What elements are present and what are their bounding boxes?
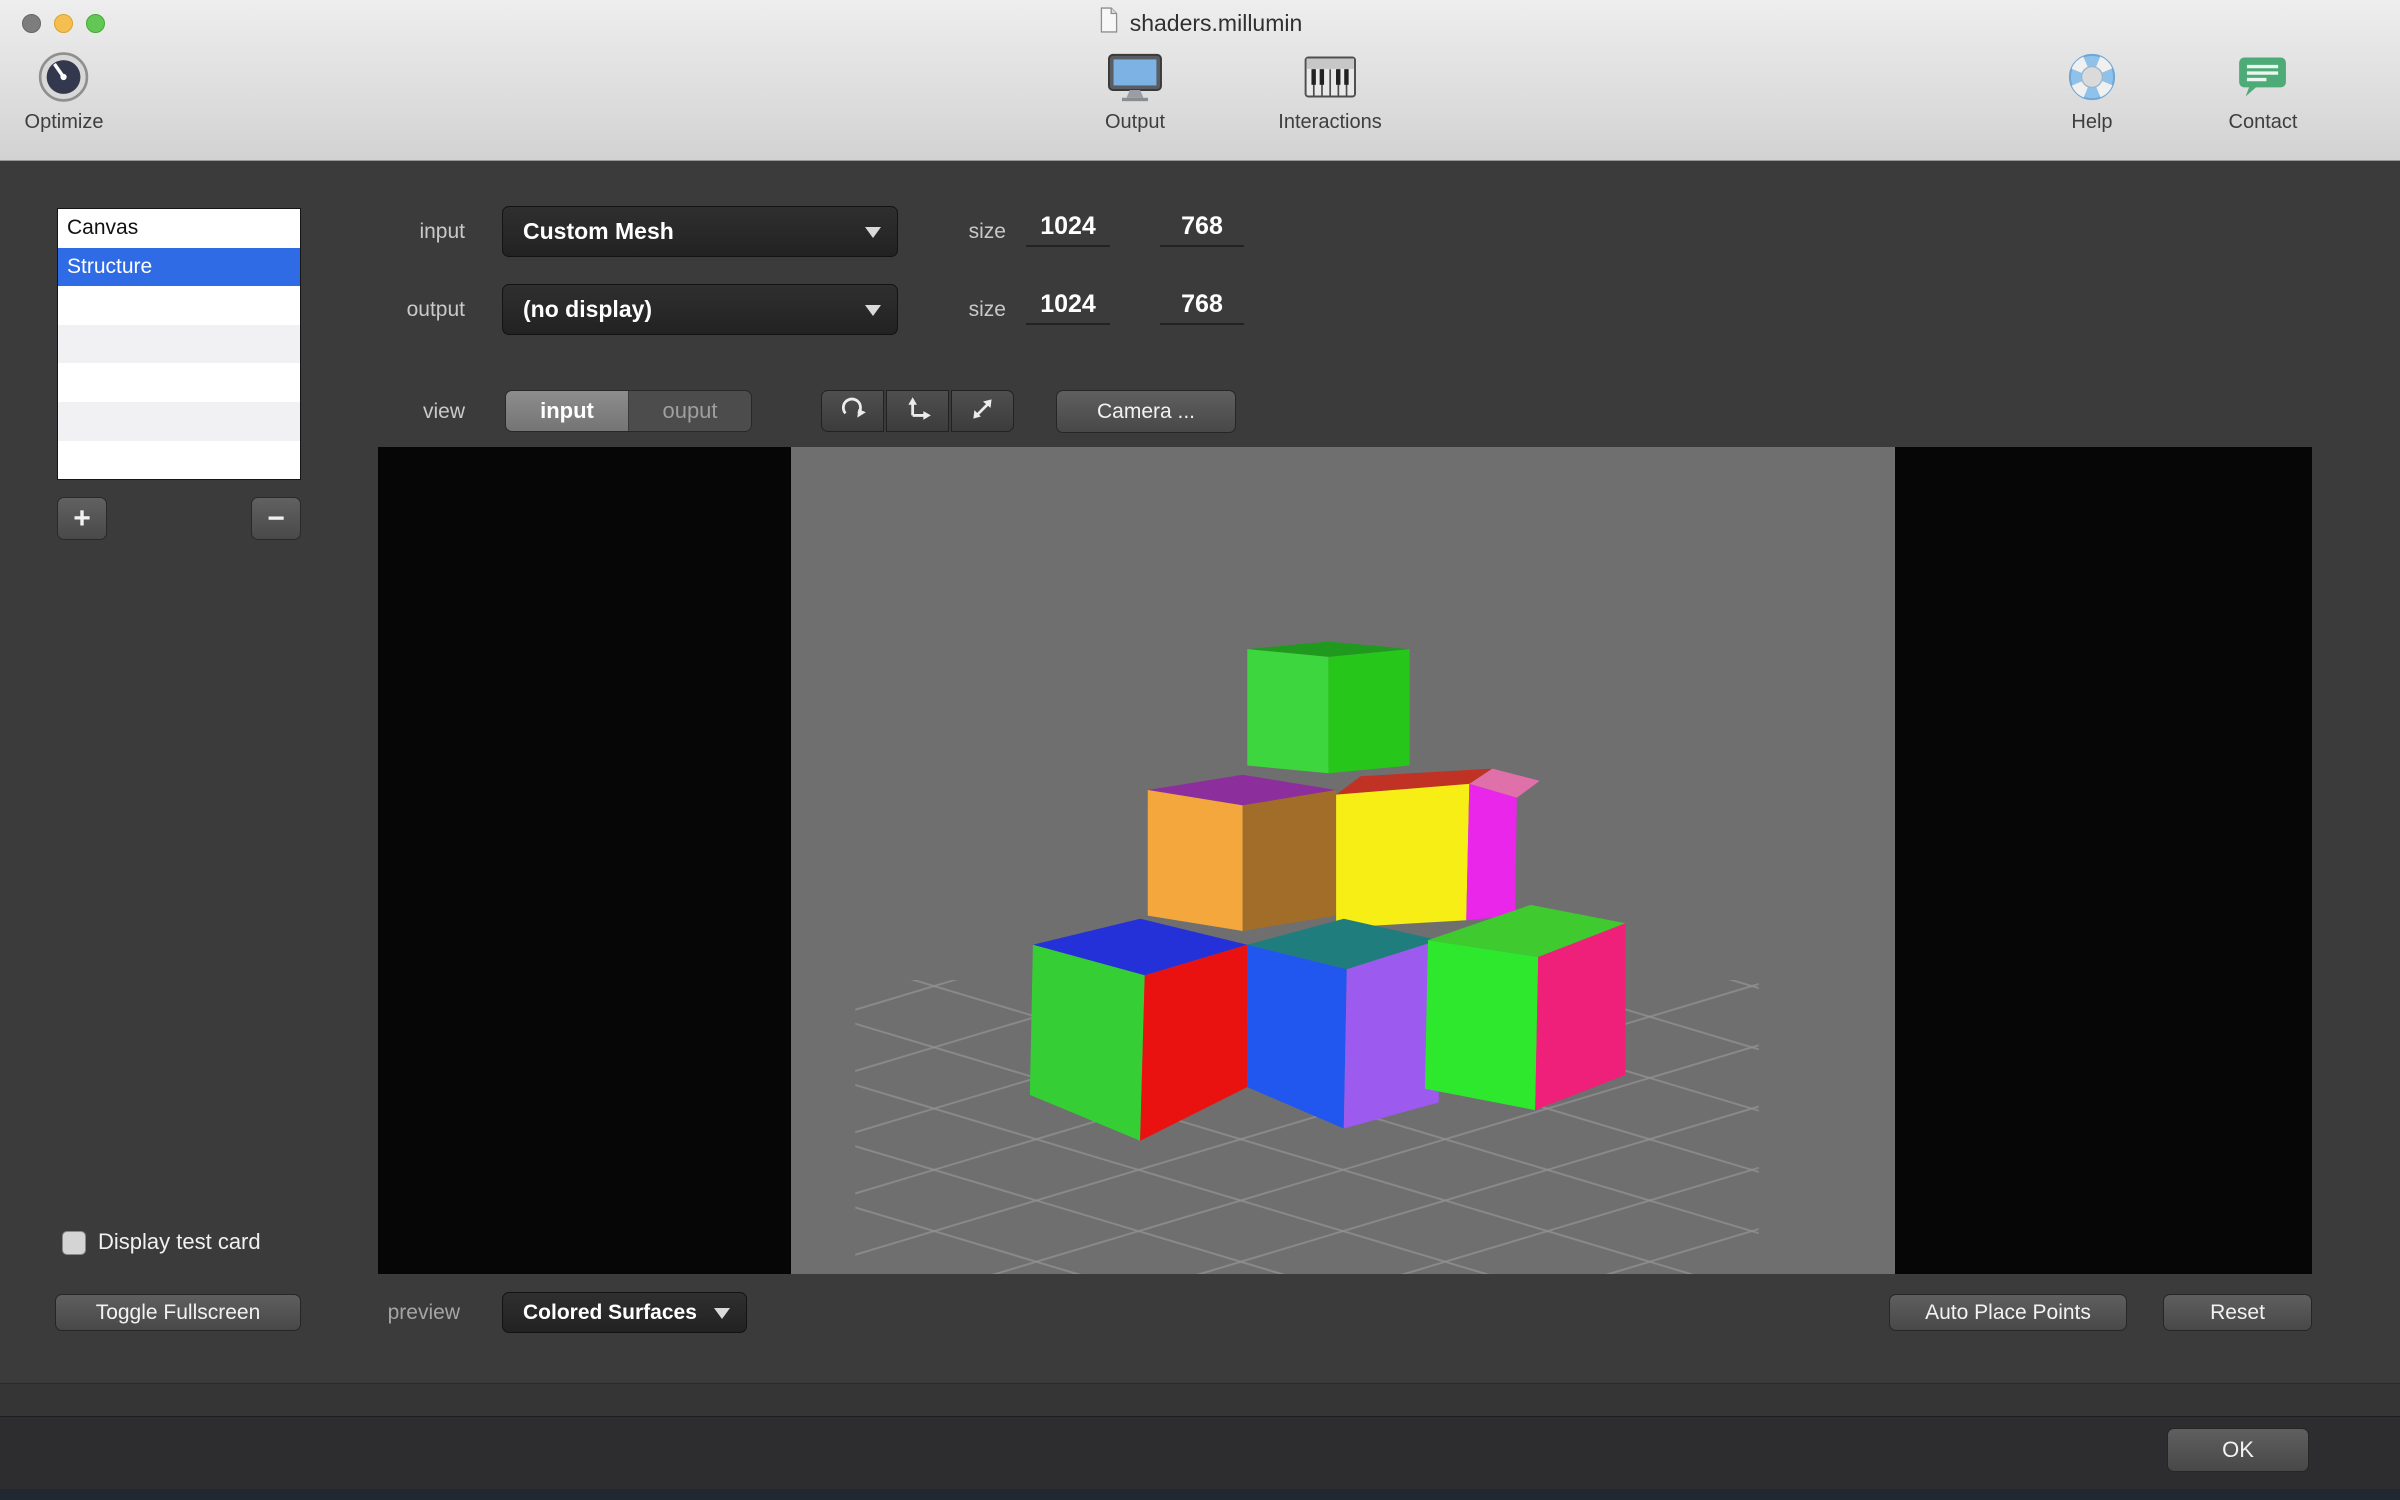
input-size-label: size: [968, 220, 1006, 243]
remove-layer-button[interactable]: −: [251, 497, 301, 540]
preview-letterbox-left: [378, 447, 791, 1274]
list-item-empty: [58, 440, 300, 480]
input-dropdown[interactable]: Custom Mesh: [502, 206, 898, 257]
toolbar-optimize[interactable]: Optimize: [24, 48, 104, 134]
display-test-card-label: Display test card: [98, 1229, 261, 1254]
output-label: output: [406, 298, 465, 321]
preview-letterbox-right: [1895, 447, 2312, 1274]
footer-bar: [0, 1416, 2400, 1500]
list-item-empty: [58, 363, 300, 402]
input-dropdown-value: Custom Mesh: [523, 218, 674, 244]
segment-input[interactable]: input: [506, 391, 629, 431]
output-size-label: size: [968, 298, 1006, 321]
translate-tool-button[interactable]: [886, 390, 949, 432]
view-label: view: [422, 400, 465, 423]
titlebar: shaders.millumin: [0, 0, 2400, 46]
surface-mode-dropdown[interactable]: Colored Surfaces: [502, 1292, 747, 1333]
rotate-tool-button[interactable]: [821, 390, 884, 432]
input-label: input: [419, 220, 465, 243]
preview-3d-scene[interactable]: [791, 447, 1895, 1274]
input-width-field[interactable]: 1024: [1026, 212, 1110, 247]
list-item-canvas[interactable]: Canvas: [58, 209, 300, 248]
toolbar-help-label: Help: [2071, 111, 2113, 133]
toolbar-contact[interactable]: Contact: [2228, 48, 2298, 134]
segment-output[interactable]: ouput: [629, 391, 751, 431]
input-height-field[interactable]: 768: [1160, 212, 1244, 247]
toolbar-help[interactable]: Help: [2063, 48, 2121, 134]
bottom-strip: [0, 1489, 2400, 1500]
speech-bubble-icon: [2234, 48, 2292, 106]
add-layer-button[interactable]: +: [57, 497, 107, 540]
output-height-field[interactable]: 768: [1160, 290, 1244, 325]
auto-place-points-button[interactable]: Auto Place Points: [1889, 1294, 2127, 1331]
display-test-card-checkbox[interactable]: [62, 1231, 86, 1255]
chevron-down-icon: [714, 1307, 730, 1319]
scale-tool-button[interactable]: [951, 390, 1014, 432]
output-dropdown-value: (no display): [523, 296, 653, 322]
output-width-field[interactable]: 1024: [1026, 290, 1110, 325]
window-title: shaders.millumin: [1129, 9, 1303, 36]
lifebuoy-icon: [2063, 48, 2121, 106]
footer-band: [0, 1383, 2400, 1416]
toolbar-interactions-label: Interactions: [1278, 111, 1382, 133]
toolbar-contact-label: Contact: [2228, 111, 2298, 133]
list-item-empty: [58, 286, 300, 325]
surface-mode-value: Colored Surfaces: [523, 1300, 697, 1324]
toolbar-optimize-label: Optimize: [24, 111, 104, 133]
toggle-fullscreen-button[interactable]: Toggle Fullscreen: [55, 1294, 301, 1331]
list-item-empty: [58, 324, 300, 364]
list-item-empty: [58, 401, 300, 441]
toolbar-interactions[interactable]: Interactions: [1278, 48, 1382, 134]
ok-button[interactable]: OK: [2167, 1428, 2309, 1472]
millumin-window: shaders.millumin Optimize Output Interac…: [0, 0, 2400, 1500]
move-arrows-icon: [903, 394, 933, 429]
document-icon: [1098, 7, 1120, 39]
window-chrome: shaders.millumin Optimize Output Interac…: [0, 0, 2400, 161]
display-icon: [1106, 48, 1164, 106]
layers-list[interactable]: Canvas Structure: [57, 208, 301, 480]
transform-tools: [821, 390, 1014, 432]
diagonal-arrow-icon: [968, 394, 998, 429]
toolbar-output-label: Output: [1104, 111, 1166, 133]
rotate-icon: [838, 394, 868, 429]
reset-button[interactable]: Reset: [2163, 1294, 2312, 1331]
toolbar-output[interactable]: Output: [1105, 48, 1165, 134]
preview-label: preview: [387, 1301, 460, 1324]
list-item-structure[interactable]: Structure: [58, 247, 300, 287]
view-segmented-control: input ouput: [505, 390, 752, 432]
output-dropdown[interactable]: (no display): [502, 284, 898, 335]
keyboard-icon: [1301, 48, 1359, 106]
preview-area: [378, 447, 2312, 1274]
gauge-icon: [35, 48, 93, 106]
camera-button[interactable]: Camera ...: [1056, 390, 1236, 433]
